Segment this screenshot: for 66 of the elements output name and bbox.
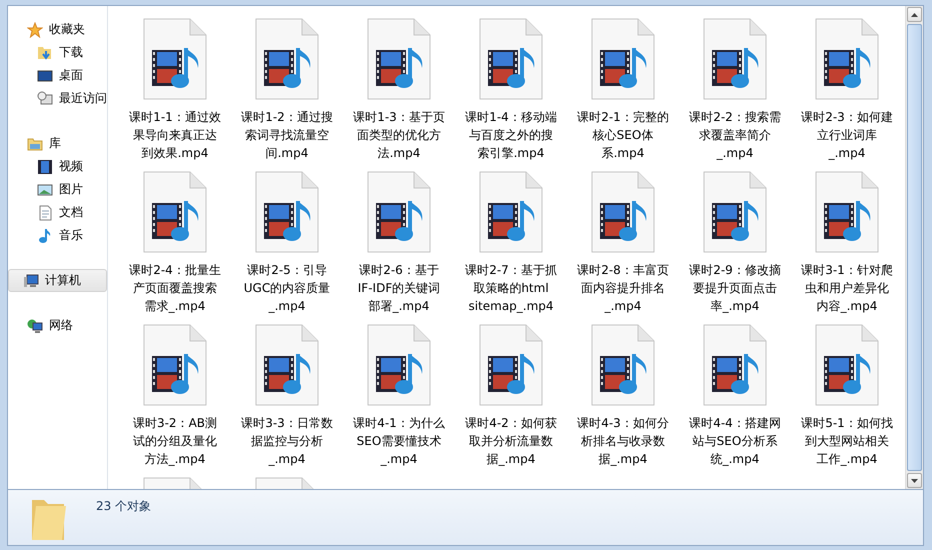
folder-icon [27,136,43,152]
sidebar-item[interactable]: 视频 [8,155,107,178]
video-file-icon[interactable] [142,18,208,100]
computer-icon [23,272,39,288]
sidebar-item[interactable]: 收藏夹 [8,18,107,41]
video-file-icon[interactable] [478,171,544,253]
video-file-icon[interactable] [142,324,208,406]
video-file-icon[interactable] [590,18,656,100]
file-name[interactable]: 课时2-3：如何建立行业词库_.mp4 [800,108,894,162]
file-name[interactable]: 课时2-8：丰富页面内容提升排名_.mp4 [576,261,670,315]
folder-icon [37,44,53,60]
video-file-icon[interactable] [814,171,880,253]
video-file-icon[interactable] [702,171,768,253]
picture-icon [37,182,53,198]
video-file-icon[interactable] [478,324,544,406]
music-note-icon [37,228,53,244]
file-name[interactable]: 课时4-1：为什么SEO需要懂技术_.mp4 [352,414,446,468]
film-icon [37,158,53,174]
sidebar-item[interactable]: 库 [8,132,107,155]
sidebar-item[interactable]: 计算机 [8,269,107,292]
file-name[interactable]: 课时2-5：引导UGC的内容质量_.mp4 [240,261,334,315]
item-count: 23 个对象 [96,498,152,515]
file-name[interactable]: 课时1-3：基于页面类型的优化方法.mp4 [352,108,446,162]
file-name[interactable]: 课时2-1：完整的核心SEO体系.mp4 [576,108,670,162]
file-name[interactable]: 课时2-6：基于IF-IDF的关键词部署_.mp4 [352,261,446,315]
file-name[interactable]: 课时3-1：针对爬虫和用户差异化内容_.mp4 [800,261,894,315]
video-file-icon[interactable] [702,324,768,406]
sidebar-item[interactable]: 图片 [8,178,107,201]
file-name[interactable]: 课时4-3：如何分析排名与收录数据_.mp4 [576,414,670,468]
video-file-icon[interactable] [254,324,320,406]
sidebar-item[interactable]: 音乐 [8,224,107,247]
monitor-icon [37,68,53,84]
video-file-icon[interactable] [142,171,208,253]
video-file-icon[interactable] [366,18,432,100]
sidebar-item[interactable]: 下载 [8,41,107,64]
sidebar-item[interactable]: 网络 [8,314,107,337]
star-icon [27,22,43,38]
video-file-icon[interactable] [254,18,320,100]
file-name[interactable]: 课时2-7：基于抓取策略的html sitemap_.mp4 [464,261,558,315]
file-name[interactable]: 课时2-9：修改摘要提升页面点击率_.mp4 [688,261,782,315]
scrollbar[interactable] [905,6,923,489]
video-file-icon[interactable] [702,18,768,100]
file-name[interactable]: 课时1-2：通过搜索词寻找流量空间.mp4 [240,108,334,162]
video-file-icon[interactable] [366,324,432,406]
sidebar-item[interactable]: 文档 [8,201,107,224]
video-file-icon[interactable] [814,324,880,406]
video-file-icon[interactable] [590,324,656,406]
video-file-icon[interactable] [590,171,656,253]
video-file-icon[interactable] [254,171,320,253]
file-name[interactable]: 课时2-4：批量生产页面覆盖搜索需求_.mp4 [128,261,222,315]
video-file-icon[interactable] [366,171,432,253]
file-name[interactable]: 课时2-2：搜索需求覆盖率简介_.mp4 [688,108,782,162]
file-name[interactable]: 课时3-3：日常数据监控与分析_.mp4 [240,414,334,468]
file-name[interactable]: 课时4-2：如何获取并分析流量数据_.mp4 [464,414,558,468]
sidebar-item[interactable]: 桌面 [8,64,107,87]
globe-icon [27,318,43,334]
file-name[interactable]: 课时1-4：移动端与百度之外的搜索引擎.mp4 [464,108,558,162]
file-name[interactable]: 课时4-4：搭建网站与SEO分析系统_.mp4 [688,414,782,468]
scrollbar-thumb[interactable] [907,24,922,471]
sidebar-item[interactable]: 最近访问 [8,87,107,110]
video-file-icon[interactable] [478,18,544,100]
file-name[interactable]: 课时3-2：AB测试的分组及量化方法_.mp4 [128,414,222,468]
file-name[interactable]: 课时5-1：如何找到大型网站相关工作_.mp4 [800,414,894,468]
file-name[interactable]: 课时1-1：通过效果导向来真正达到效果.mp4 [128,108,222,162]
video-file-icon[interactable] [814,18,880,100]
document-icon [37,204,53,220]
